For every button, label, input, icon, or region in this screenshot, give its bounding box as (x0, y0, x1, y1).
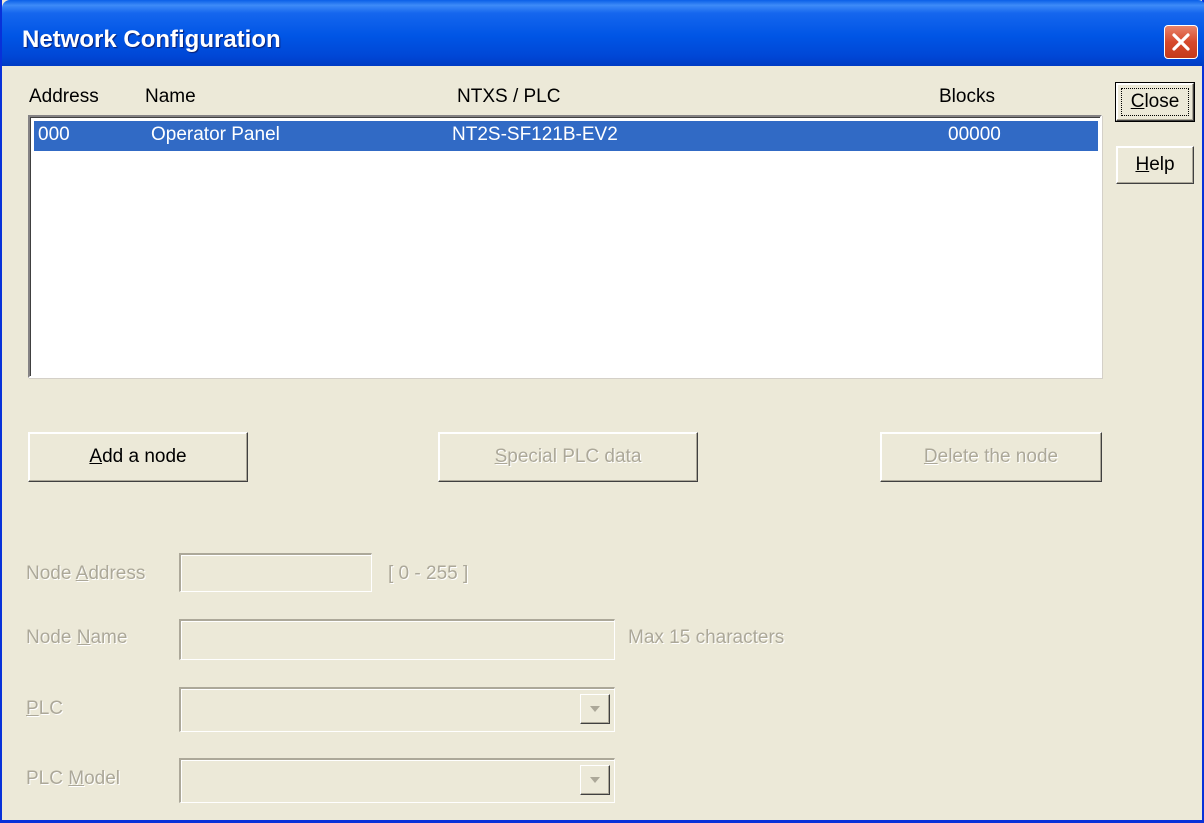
plc-select[interactable] (179, 687, 615, 732)
plc-model-label: PLC Model (26, 768, 120, 789)
plc-label: PLC (26, 698, 63, 719)
add-node-label: Add a node (89, 446, 187, 467)
node-name-max-hint: Max 15 characters (628, 627, 785, 648)
column-header-ntxs-plc: NTXS / PLC (457, 86, 561, 107)
column-header-name: Name (145, 86, 196, 107)
delete-node-button[interactable]: Delete the node (880, 432, 1102, 482)
node-address-input[interactable] (179, 553, 372, 592)
row-address: 000 (38, 124, 70, 145)
window-close-button[interactable] (1164, 25, 1198, 59)
close-button[interactable]: Close (1115, 82, 1195, 122)
node-name-input[interactable] (179, 619, 615, 660)
node-address-range-hint: [ 0 - 255 ] (388, 563, 469, 584)
close-x-icon (1172, 33, 1190, 51)
row-ntxs-plc: NT2S-SF121B-EV2 (452, 124, 618, 145)
plc-dropdown-button[interactable] (580, 694, 610, 724)
node-name-label: Node Name (26, 627, 128, 648)
node-listbox[interactable]: 000 Operator Panel NT2S-SF121B-EV2 00000 (28, 115, 1102, 378)
help-button-label: Help (1135, 154, 1175, 175)
title-bar[interactable]: Network Configuration (2, 0, 1204, 66)
node-address-label: Node Address (26, 563, 146, 584)
add-node-button[interactable]: Add a node (28, 432, 248, 482)
close-button-label: Close (1130, 91, 1180, 112)
window-title: Network Configuration (22, 26, 281, 53)
column-header-address: Address (29, 86, 99, 107)
delete-node-label: Delete the node (923, 446, 1059, 467)
column-header-blocks: Blocks (939, 86, 995, 107)
dialog-window: Network Configuration Address Name NTXS … (0, 0, 1204, 823)
list-row-selected[interactable]: 000 Operator Panel NT2S-SF121B-EV2 00000 (34, 121, 1098, 151)
chevron-down-icon (590, 777, 600, 783)
plc-model-dropdown-button[interactable] (580, 765, 610, 795)
row-blocks: 00000 (948, 124, 1001, 145)
row-name: Operator Panel (151, 124, 280, 145)
plc-model-select[interactable] (179, 758, 615, 803)
special-plc-data-label: Special PLC data (494, 446, 642, 467)
chevron-down-icon (590, 706, 600, 712)
special-plc-data-button[interactable]: Special PLC data (438, 432, 698, 482)
help-button[interactable]: Help (1116, 146, 1194, 184)
